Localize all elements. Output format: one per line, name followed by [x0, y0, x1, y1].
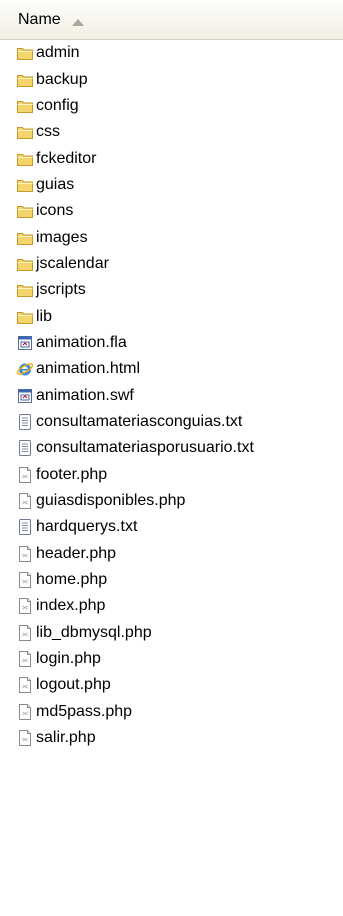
- file-name: animation.html: [36, 360, 141, 378]
- folder-icon: [16, 71, 34, 89]
- folder-icon: [16, 308, 34, 326]
- file-name: footer.php: [36, 465, 108, 483]
- file-name: lib_dbmysql.php: [36, 623, 152, 641]
- php-file-icon: [16, 624, 34, 642]
- file-list-item[interactable]: consultamateriasporusuario.txt: [0, 435, 343, 461]
- php-file-icon: [16, 703, 34, 721]
- file-name: jscalendar: [36, 254, 109, 272]
- file-name: index.php: [36, 597, 106, 615]
- text-file-icon: [16, 518, 34, 536]
- file-list-item[interactable]: header.php: [0, 541, 343, 567]
- file-list-item[interactable]: logout.php: [0, 672, 343, 698]
- file-name: icons: [36, 202, 74, 220]
- file-name: guiasdisponibles.php: [36, 492, 186, 510]
- ie-html-icon: [16, 360, 34, 378]
- file-name: header.php: [36, 544, 117, 562]
- folder-icon: [16, 97, 34, 115]
- text-file-icon: [16, 439, 34, 457]
- file-name: logout.php: [36, 676, 111, 694]
- php-file-icon: [16, 466, 34, 484]
- text-file-icon: [16, 413, 34, 431]
- file-list-item[interactable]: hardquerys.txt: [0, 514, 343, 540]
- file-list-item[interactable]: animation.fla: [0, 330, 343, 356]
- folder-icon: [16, 229, 34, 247]
- file-list-item[interactable]: jscripts: [0, 277, 343, 303]
- folder-icon: [16, 281, 34, 299]
- flash-file-icon: [16, 334, 34, 352]
- file-name: admin: [36, 44, 80, 62]
- folder-icon: [16, 150, 34, 168]
- file-list-item[interactable]: backup: [0, 66, 343, 92]
- file-list-item[interactable]: animation.swf: [0, 382, 343, 408]
- name-column-label: Name: [18, 11, 61, 28]
- file-name: md5pass.php: [36, 702, 133, 720]
- folder-icon: [16, 123, 34, 141]
- file-list: admin backup config css fckeditor guias …: [0, 40, 343, 751]
- file-list-item[interactable]: fckeditor: [0, 145, 343, 171]
- file-list-item[interactable]: admin: [0, 40, 343, 66]
- php-file-icon: [16, 597, 34, 615]
- file-list-item[interactable]: animation.html: [0, 356, 343, 382]
- file-list-item[interactable]: salir.php: [0, 725, 343, 751]
- file-list-item[interactable]: login.php: [0, 646, 343, 672]
- folder-icon: [16, 176, 34, 194]
- php-file-icon: [16, 571, 34, 589]
- file-name: images: [36, 228, 88, 246]
- php-file-icon: [16, 729, 34, 747]
- file-name: guias: [36, 175, 75, 193]
- name-column-header[interactable]: Name: [18, 0, 85, 40]
- file-list-item[interactable]: css: [0, 119, 343, 145]
- file-list-item[interactable]: config: [0, 93, 343, 119]
- file-name: fckeditor: [36, 149, 97, 167]
- column-header-bar: Name: [0, 0, 343, 40]
- file-name: css: [36, 123, 60, 141]
- file-name: home.php: [36, 571, 108, 589]
- file-list-item[interactable]: guiasdisponibles.php: [0, 488, 343, 514]
- file-name: jscripts: [36, 281, 86, 299]
- file-name: config: [36, 96, 79, 114]
- file-list-item[interactable]: consultamateriasconguias.txt: [0, 409, 343, 435]
- php-file-icon: [16, 492, 34, 510]
- file-name: animation.swf: [36, 386, 134, 404]
- file-list-item[interactable]: guias: [0, 172, 343, 198]
- flash-file-icon: [16, 387, 34, 405]
- file-name: hardquerys.txt: [36, 518, 138, 536]
- file-list-item[interactable]: lib_dbmysql.php: [0, 620, 343, 646]
- php-file-icon: [16, 676, 34, 694]
- sort-ascending-icon: [71, 15, 85, 26]
- php-file-icon: [16, 650, 34, 668]
- file-name: login.php: [36, 650, 101, 668]
- folder-icon: [16, 255, 34, 273]
- file-list-item[interactable]: footer.php: [0, 462, 343, 488]
- file-name: consultamateriasconguias.txt: [36, 412, 243, 430]
- file-list-item[interactable]: images: [0, 224, 343, 250]
- file-name: lib: [36, 307, 53, 325]
- folder-icon: [16, 202, 34, 220]
- file-name: consultamateriasporusuario.txt: [36, 439, 254, 457]
- file-list-item[interactable]: home.php: [0, 567, 343, 593]
- file-name: backup: [36, 70, 88, 88]
- file-list-item[interactable]: icons: [0, 198, 343, 224]
- file-list-item[interactable]: jscalendar: [0, 251, 343, 277]
- php-file-icon: [16, 545, 34, 563]
- file-list-item[interactable]: index.php: [0, 593, 343, 619]
- file-name: salir.php: [36, 729, 96, 747]
- file-name: animation.fla: [36, 333, 127, 351]
- folder-icon: [16, 44, 34, 62]
- file-list-item[interactable]: lib: [0, 303, 343, 329]
- file-list-item[interactable]: md5pass.php: [0, 699, 343, 725]
